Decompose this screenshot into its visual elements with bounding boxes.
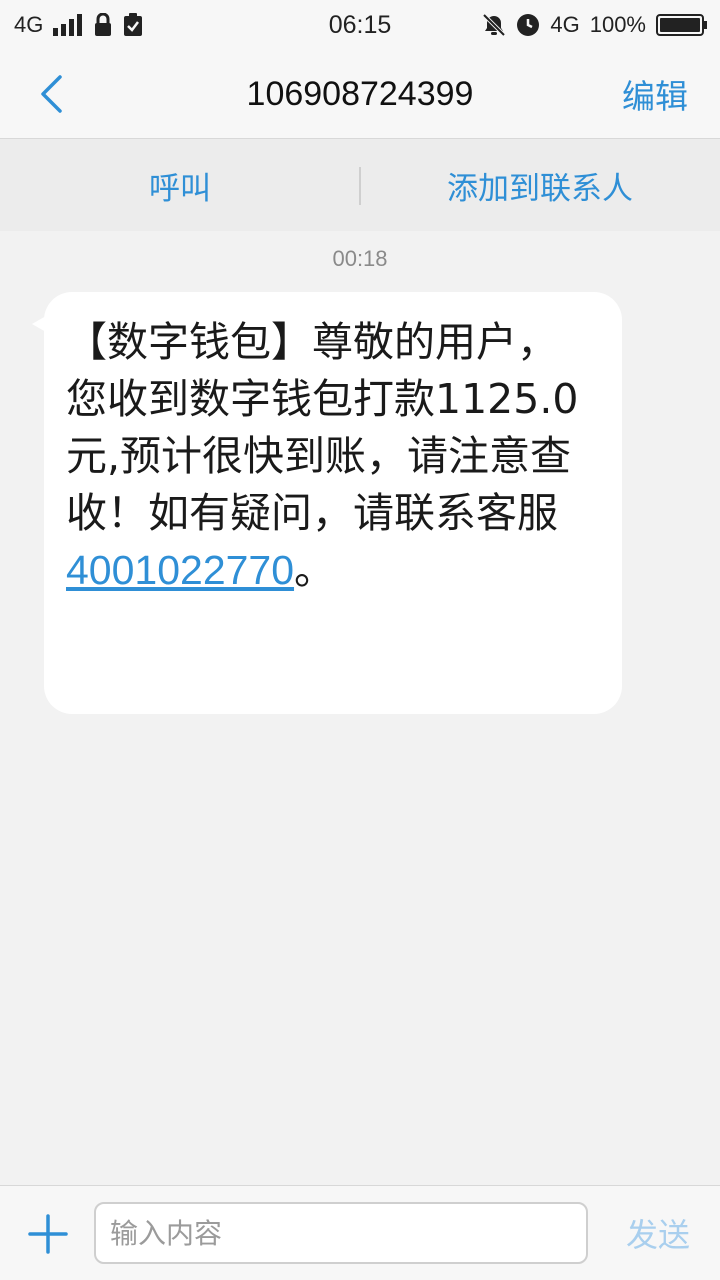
status-bar: 4G 06:15 4G 100% [0,0,720,50]
alarm-off-icon [482,13,506,37]
contact-action-bar: 呼叫 添加到联系人 [0,139,720,231]
phone-number-link[interactable]: 4001022770 [66,547,294,593]
back-button[interactable] [26,68,76,120]
call-button[interactable]: 呼叫 [0,139,360,231]
message-suffix: 。 [294,546,336,594]
status-bar-right: 4G 100% [482,0,708,50]
composer-bar: 发送 [0,1185,720,1280]
title-bar: 106908724399 编辑 [0,50,720,139]
sms-conversation-screen: 4G 06:15 4G 100% 106908724399 编辑 呼叫 添加到联… [0,0,720,1280]
conversation-title: 106908724399 [246,74,474,113]
chevron-left-icon [38,74,64,114]
message-timestamp: 00:18 [332,246,388,271]
message-bubble[interactable]: 【数字钱包】尊敬的用户，您收到数字钱包打款1125.0元,预计很快到账，请注意查… [44,292,622,714]
network-type-right: 4G [550,12,580,37]
battery-icon [656,13,708,37]
edit-button[interactable]: 编辑 [622,50,688,138]
clock-icon [516,13,540,37]
add-to-contacts-button[interactable]: 添加到联系人 [360,139,720,231]
plus-icon [28,1214,68,1254]
send-button[interactable]: 发送 [626,1186,690,1280]
message-text: 【数字钱包】尊敬的用户，您收到数字钱包打款1125.0元,预计很快到账，请注意查… [66,318,579,537]
attach-button[interactable] [20,1206,76,1262]
battery-percent: 100% [589,12,646,37]
message-input[interactable] [94,1202,588,1264]
